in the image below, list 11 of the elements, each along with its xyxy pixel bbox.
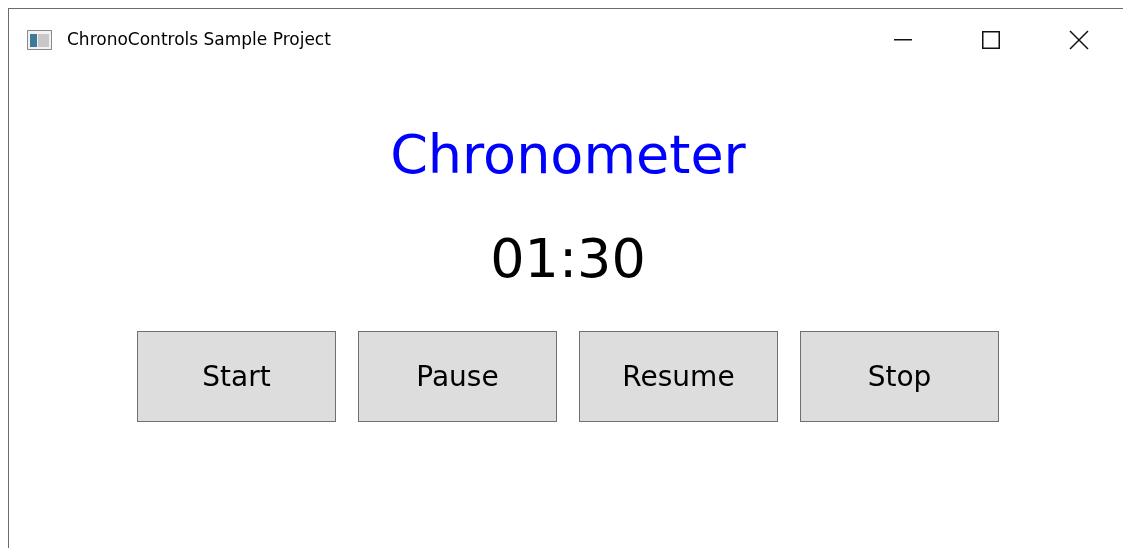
- close-icon: [1069, 30, 1089, 50]
- app-icon: [27, 30, 52, 50]
- chronometer-heading: Chronometer: [390, 123, 746, 187]
- window-title: ChronoControls Sample Project: [67, 28, 331, 52]
- control-button[interactable]: Pause: [358, 331, 557, 422]
- control-button[interactable]: Stop: [800, 331, 999, 422]
- minimize-icon: [894, 39, 912, 41]
- timer-display: 01:30: [490, 227, 646, 291]
- control-button[interactable]: Start: [137, 331, 336, 422]
- maximize-icon: [982, 31, 1000, 49]
- control-button[interactable]: Resume: [579, 331, 778, 422]
